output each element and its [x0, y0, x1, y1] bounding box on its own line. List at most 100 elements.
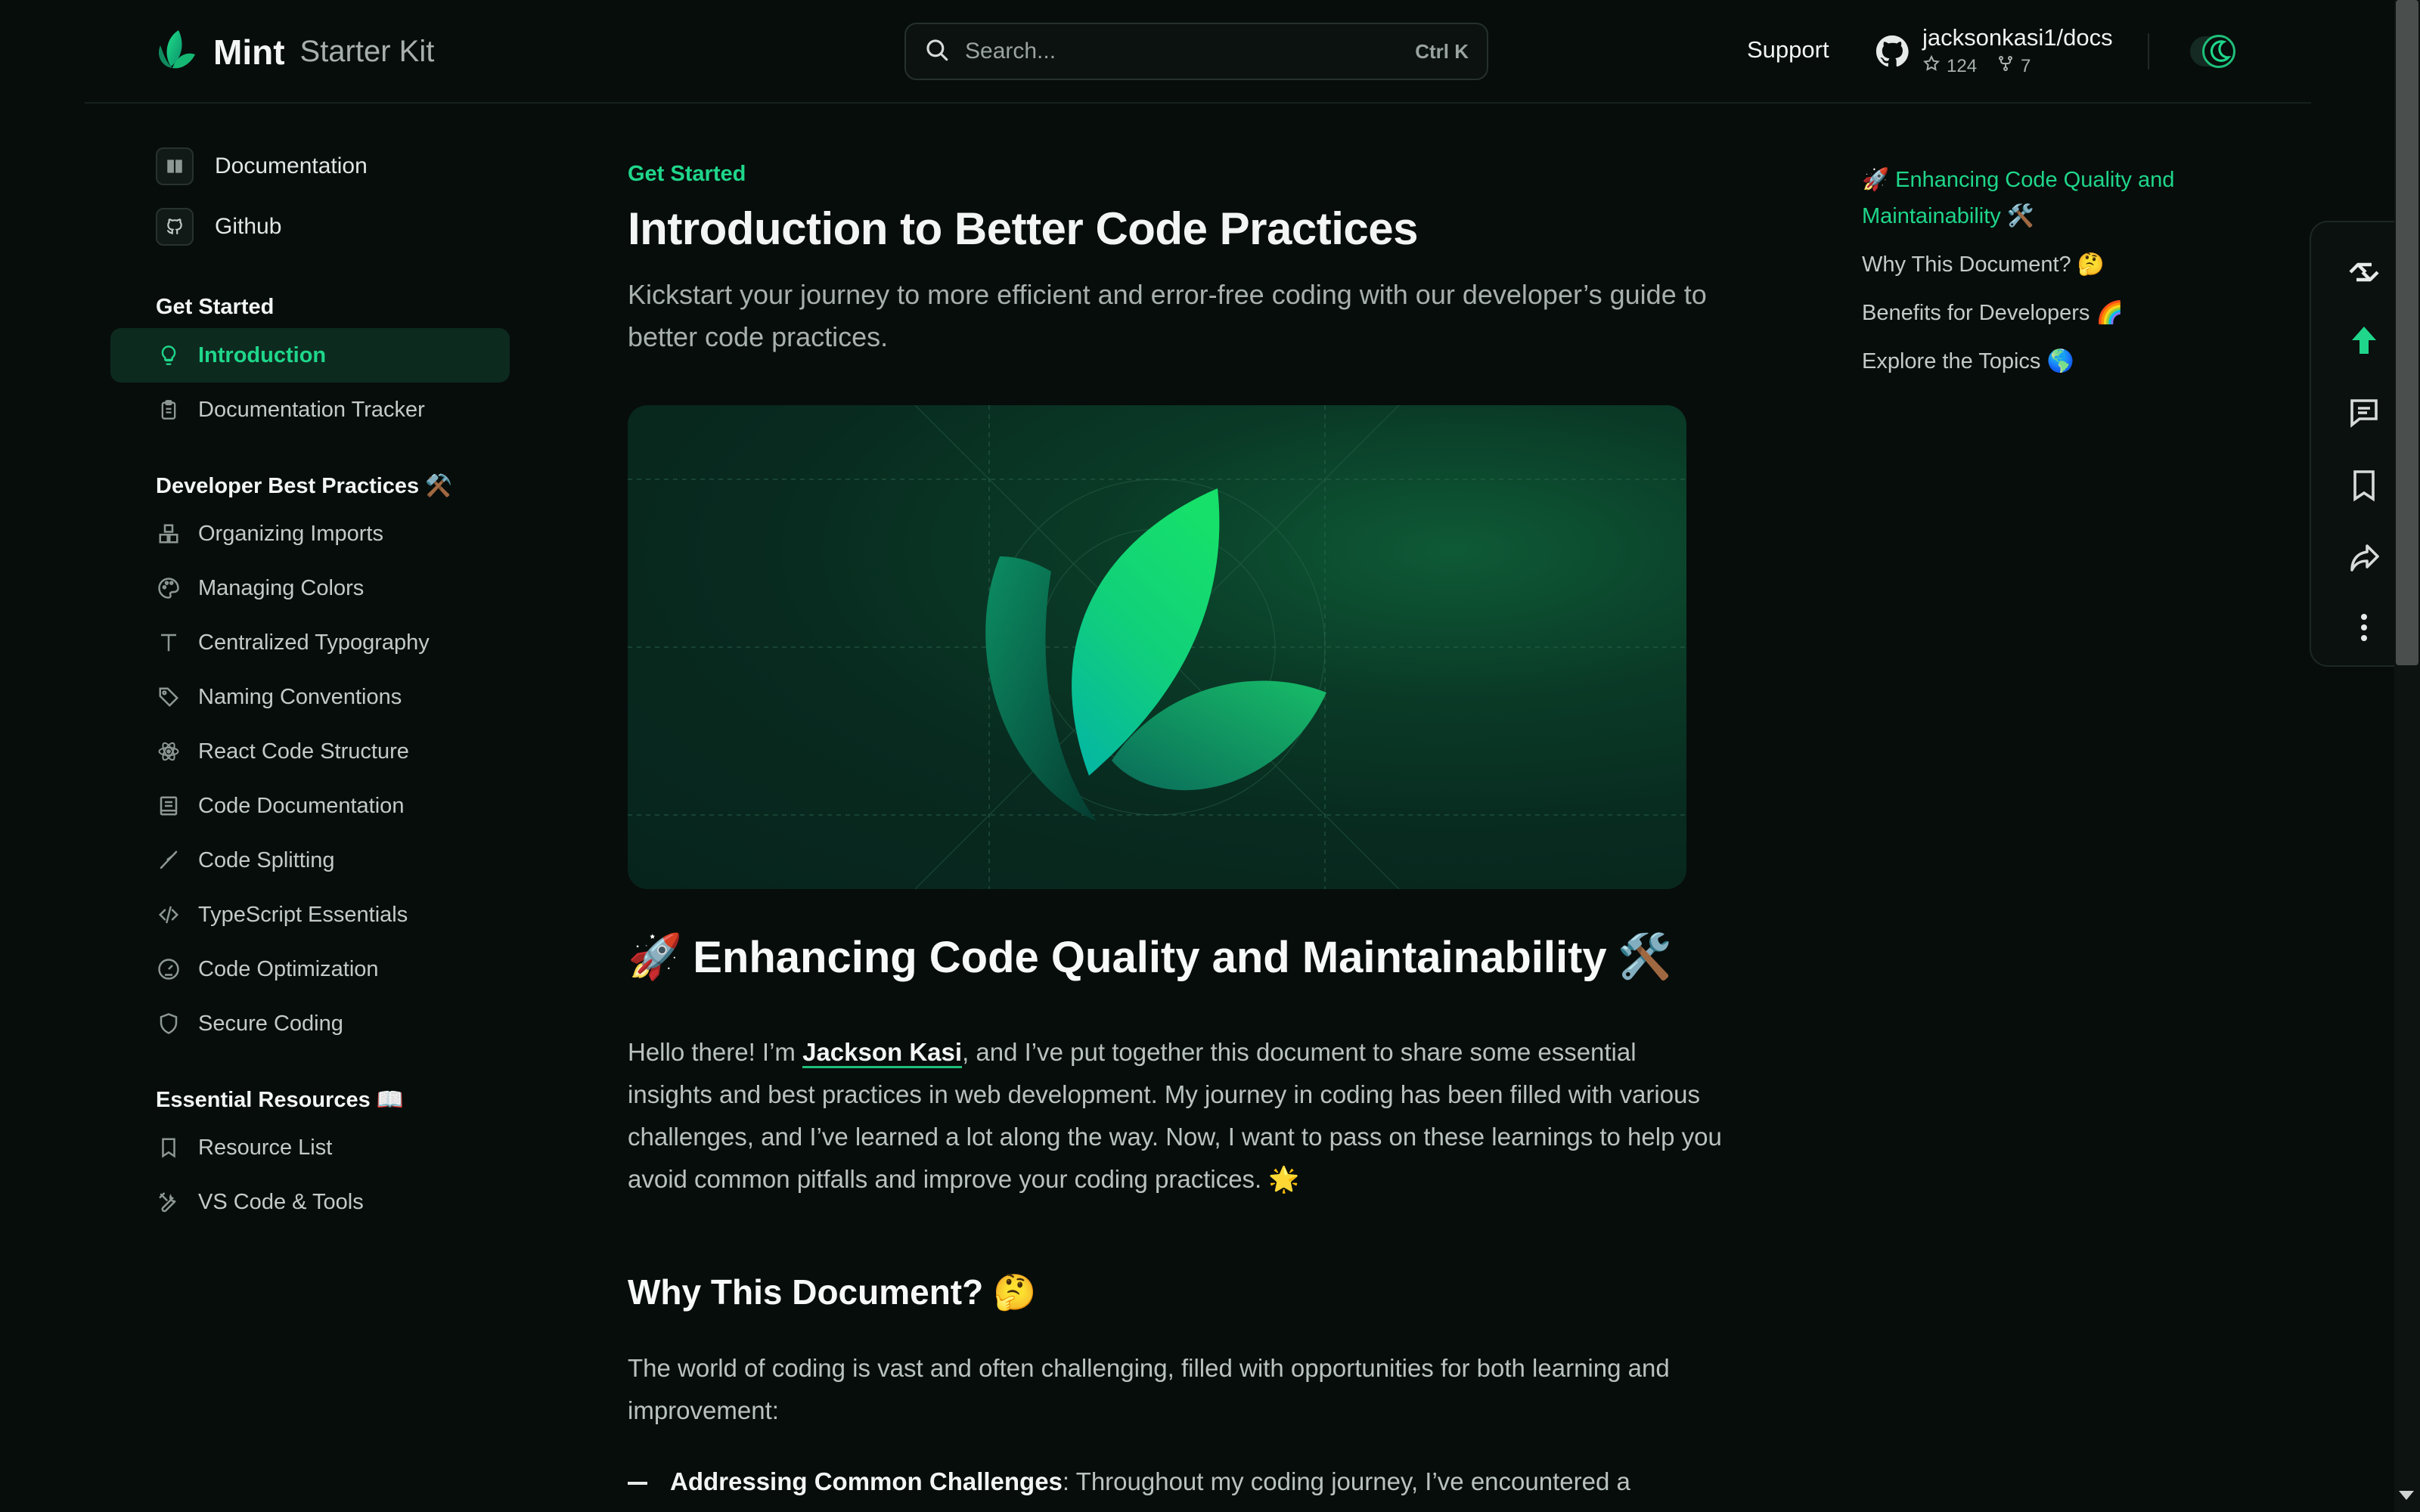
share-icon[interactable] [2341, 535, 2387, 581]
sidebar-item-managing-colors[interactable]: Managing Colors [133, 561, 532, 615]
book-icon [156, 147, 194, 185]
lightbulb-icon [156, 342, 182, 368]
section-heading-text: Enhancing Code Quality and Maintainabili… [693, 932, 1607, 982]
sidebar-item-react-code-structure[interactable]: React Code Structure [133, 724, 532, 779]
author-link[interactable]: Jackson Kasi [802, 1038, 963, 1068]
mint-leaf-illustration [628, 405, 1686, 889]
sidebar-item-vs-code-tools[interactable]: VS Code & Tools [133, 1175, 532, 1229]
logo[interactable]: Mint Starter Kit [153, 27, 434, 76]
github-icon [156, 208, 194, 246]
diff-icon[interactable] [2341, 249, 2387, 295]
book-open-icon [156, 793, 182, 819]
sidebar-item-naming-conventions[interactable]: Naming Conventions [133, 670, 532, 724]
nav-group-title: Get Started [156, 295, 275, 319]
anchor-label: Documentation [215, 153, 368, 178]
bookmark-icon[interactable] [2341, 463, 2387, 508]
star-icon [1922, 54, 1941, 78]
sidebar-item-centralized-typography[interactable]: Centralized Typography [133, 615, 532, 670]
toc-item-enhancing-code-quality[interactable]: 🚀 Enhancing Code Quality and Maintainabi… [1862, 162, 2225, 234]
star-count: 124 [1947, 55, 1978, 76]
sidebar-item-label: VS Code & Tools [198, 1189, 364, 1214]
sidebar-item-label: Naming Conventions [198, 684, 402, 709]
section-heading-why-this-document: Why This Document? 🤔 [628, 1272, 1037, 1312]
nav-group-title: Essential Resources 📖 [156, 1088, 404, 1112]
sidebar-anchor-github[interactable]: Github [133, 197, 534, 257]
toc-item-explore-the-topics[interactable]: Explore the Topics 🌎 [1862, 343, 2225, 380]
scroll-down-arrow-icon[interactable] [2399, 1491, 2414, 1500]
slash-icon [156, 847, 182, 873]
sidebar: Documentation Github Get Started Introdu… [110, 136, 534, 1229]
repo-stats: 124 7 [1922, 54, 2113, 78]
sidebar-item-organizing-imports[interactable]: Organizing Imports [133, 507, 532, 561]
sidebar-item-code-optimization[interactable]: Code Optimization [133, 942, 532, 996]
sidebar-item-code-splitting[interactable]: Code Splitting [133, 833, 532, 888]
anchor-label: Github [215, 214, 282, 239]
toc-item-why-this-document[interactable]: Why This Document? 🤔 [1862, 246, 2225, 283]
sidebar-item-label: Organizing Imports [198, 521, 383, 546]
sidebar-item-secure-coding[interactable]: Secure Coding [133, 996, 532, 1051]
toc-item-benefits-for-developers[interactable]: Benefits for Developers 🌈 [1862, 295, 2225, 331]
more-vertical-icon[interactable] [2341, 605, 2387, 650]
logo-name: Mint [213, 32, 285, 72]
page-title: Introduction to Better Code Practices [628, 203, 1418, 254]
type-icon [156, 630, 182, 655]
page-eyebrow: Get Started [628, 162, 746, 186]
sidebar-item-label: Managing Colors [198, 575, 365, 600]
gauge-icon [156, 956, 182, 982]
mint-leaf-icon [153, 27, 198, 76]
support-link[interactable]: Support [1747, 36, 1829, 64]
clipboard-icon [156, 397, 182, 423]
sidebar-item-label: Code Optimization [198, 956, 379, 981]
github-repo-link[interactable]: jacksonkasi1/docs 124 7 [1876, 24, 2113, 78]
search-placeholder: Search... [965, 39, 1056, 64]
shield-icon [156, 1011, 182, 1036]
repo-name: jacksonkasi1/docs [1922, 24, 2113, 51]
tools-emoji: 🛠️ [1617, 932, 1672, 981]
theme-toggle[interactable] [2190, 35, 2235, 68]
boxes-icon [156, 521, 182, 547]
intro-paragraph: Hello there! I’m Jackson Kasi, and I’ve … [628, 1031, 1724, 1201]
bookmark-icon [156, 1135, 182, 1160]
sidebar-item-documentation-tracker[interactable]: Documentation Tracker [133, 383, 532, 437]
sidebar-item-label: Secure Coding [198, 1011, 343, 1036]
sidebar-item-resource-list[interactable]: Resource List [133, 1120, 532, 1175]
search-icon [924, 37, 950, 67]
arrow-up-icon[interactable] [2341, 318, 2387, 363]
nav-group-title: Developer Best Practices ⚒️ [156, 474, 453, 498]
page-description: Kickstart your journey to more efficient… [628, 279, 1707, 352]
hero-image [628, 405, 1686, 889]
header-separator [2148, 33, 2149, 70]
search-shortcut: Ctrl K [1415, 39, 1469, 63]
section-heading-enhancing-code-quality: 🚀 Enhancing Code Quality and Maintainabi… [628, 931, 1672, 983]
logo-subtitle: Starter Kit [299, 35, 435, 68]
sidebar-item-label: TypeScript Essentials [198, 902, 408, 927]
why-paragraph: The world of coding is vast and often ch… [628, 1354, 1670, 1424]
comment-icon[interactable] [2341, 390, 2387, 435]
tools-icon [156, 1189, 182, 1215]
fork-count: 7 [2021, 55, 2031, 76]
code-icon [156, 902, 182, 928]
sidebar-item-label: React Code Structure [198, 739, 409, 764]
list-item: Addressing Common Challenges: Throughout… [628, 1461, 1724, 1503]
search-bar[interactable]: Search... Ctrl K [904, 23, 1488, 80]
sidebar-item-code-documentation[interactable]: Code Documentation [133, 779, 532, 833]
header-divider [85, 102, 2311, 104]
table-of-contents: 🚀 Enhancing Code Quality and Maintainabi… [1862, 162, 2225, 392]
list-bullet [628, 1482, 647, 1485]
sidebar-item-typescript-essentials[interactable]: TypeScript Essentials [133, 888, 532, 942]
sidebar-item-label: Documentation Tracker [198, 397, 425, 422]
rocket-emoji: 🚀 [628, 932, 683, 981]
palette-icon [156, 575, 182, 601]
scrollbar-thumb[interactable] [2396, 0, 2418, 665]
fork-icon [1996, 54, 2015, 78]
list-item-text: : Throughout my coding journey, I’ve enc… [1062, 1467, 1630, 1495]
sidebar-item-introduction[interactable]: Introduction [110, 328, 510, 383]
sidebar-item-label: Centralized Typography [198, 630, 430, 655]
sidebar-item-label: Introduction [198, 342, 327, 367]
intro-text-before: Hello there! I’m [628, 1038, 803, 1066]
tag-icon [156, 684, 182, 710]
github-icon [1876, 35, 1909, 78]
list-item-bold: Addressing Common Challenges [670, 1467, 1063, 1495]
sidebar-anchor-documentation[interactable]: Documentation [133, 136, 534, 197]
sidebar-item-label: Code Splitting [198, 847, 335, 872]
